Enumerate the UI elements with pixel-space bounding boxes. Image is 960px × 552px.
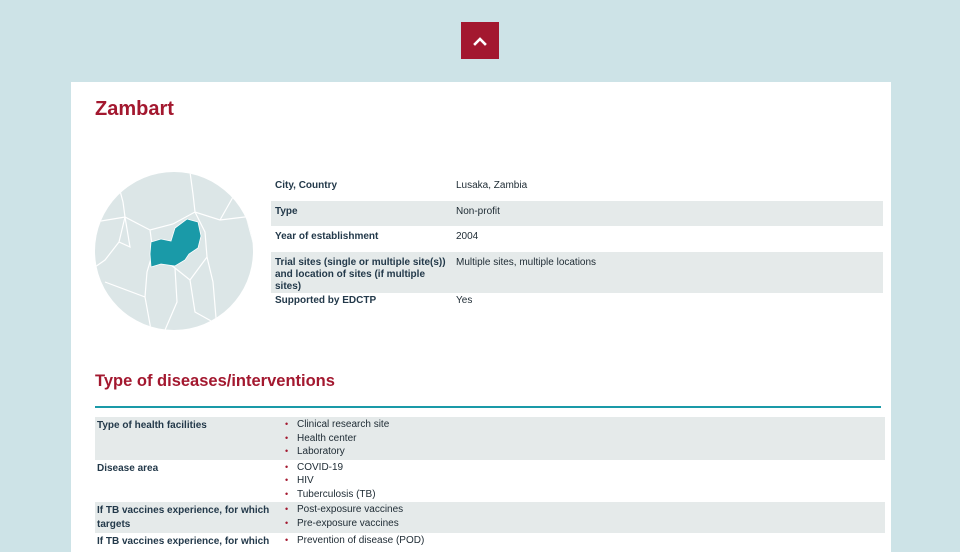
list-item: Pre-exposure vaccines (285, 517, 403, 531)
row-values: COVID-19 HIV Tuberculosis (TB) (285, 460, 376, 503)
info-label: Type (275, 205, 298, 217)
info-row-city: City, Country Lusaka, Zambia (271, 175, 883, 201)
table-row: If TB vaccines experience, for which tar… (95, 502, 885, 533)
info-row-type: Type Non-profit (271, 200, 883, 226)
country-map-icon (95, 172, 253, 330)
table-row: If TB vaccines experience, for which Pre… (95, 533, 885, 551)
list-item: Tuberculosis (TB) (285, 488, 376, 502)
list-item: Laboratory (285, 445, 389, 459)
info-value: Yes (456, 294, 473, 306)
list-item: COVID-19 (285, 461, 376, 475)
info-label: Trial sites (single or multiple site(s))… (275, 256, 446, 292)
info-value: 2004 (456, 231, 479, 242)
row-values: Clinical research site Health center Lab… (285, 417, 389, 460)
organization-card: Zambart City, Country Lusaka, Zambia Typ… (71, 82, 891, 552)
info-label: Supported by EDCTP (275, 294, 377, 306)
row-label: If TB vaccines experience, for which tar… (97, 505, 270, 530)
list-item: Clinical research site (285, 418, 389, 432)
table-row: Disease area COVID-19 HIV Tuberculosis (… (95, 460, 885, 503)
interventions-table: Type of health facilities Clinical resea… (95, 417, 885, 551)
row-values: Post-exposure vaccines Pre-exposure vacc… (285, 502, 403, 533)
list-item: HIV (285, 474, 376, 488)
section-divider (95, 406, 881, 408)
info-value: Non-profit (456, 205, 500, 217)
row-label: If TB vaccines experience, for which (97, 536, 270, 547)
chevron-up-icon (473, 36, 487, 46)
info-row-year: Year of establishment 2004 (271, 226, 883, 252)
row-label: Disease area (97, 462, 159, 474)
list-item: Health center (285, 432, 389, 446)
info-value: Multiple sites, multiple locations (456, 256, 597, 268)
list-item: Prevention of disease (POD) (285, 534, 424, 548)
organization-name: Zambart (95, 98, 174, 120)
info-label: Year of establishment (275, 231, 379, 242)
row-label: Type of health facilities (97, 420, 207, 431)
row-values: Prevention of disease (POD) (285, 533, 424, 551)
organization-info-table: City, Country Lusaka, Zambia Type Non-pr… (271, 175, 883, 318)
info-row-trial-sites: Trial sites (single or multiple site(s))… (271, 251, 883, 293)
info-label: City, Country (275, 180, 338, 191)
list-item: Post-exposure vaccines (285, 503, 403, 517)
section-title: Type of diseases/interventions (95, 372, 335, 390)
info-value: Lusaka, Zambia (456, 180, 528, 191)
table-row: Type of health facilities Clinical resea… (95, 417, 885, 460)
info-row-edctp: Supported by EDCTP Yes (271, 293, 883, 319)
back-to-top-button[interactable] (461, 22, 499, 59)
